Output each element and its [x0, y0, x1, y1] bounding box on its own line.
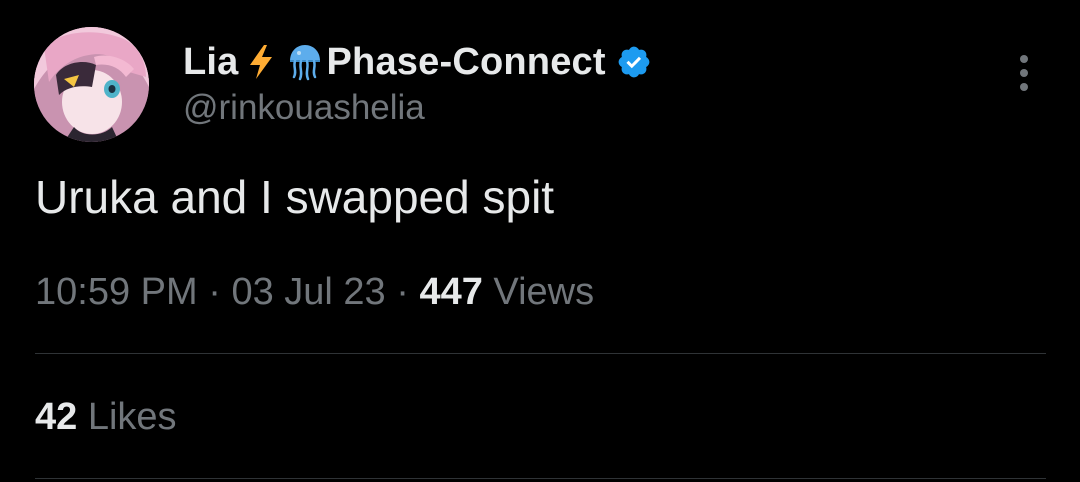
divider: [35, 478, 1046, 479]
meta-separator: ·: [208, 271, 221, 313]
likes-label[interactable]: Likes: [88, 396, 177, 438]
likes-row[interactable]: 42 Likes: [35, 396, 177, 439]
more-vertical-icon: [1020, 55, 1028, 91]
lightning-emoji-icon: [243, 43, 279, 81]
avatar-image: [34, 27, 149, 142]
tweet-text: Uruka and I swapped spit: [35, 171, 555, 223]
author-display-name[interactable]: Lia: [183, 41, 239, 84]
jellyfish-emoji-icon: [287, 43, 323, 81]
tweet-meta: 10:59 PM · 03 Jul 23 · 447 Views: [35, 271, 594, 314]
likes-count[interactable]: 42: [35, 396, 77, 438]
views-count: 447: [419, 271, 483, 313]
meta-separator: ·: [396, 271, 409, 313]
author-affiliation[interactable]: Phase-Connect: [327, 41, 606, 84]
tweet-date[interactable]: 03 Jul 23: [231, 271, 385, 313]
avatar[interactable]: [34, 27, 149, 142]
views-label: Views: [493, 271, 595, 313]
author-handle[interactable]: @rinkouashelia: [183, 88, 425, 128]
author-name-row[interactable]: Lia Phase-Connect: [183, 40, 652, 84]
tweet-time[interactable]: 10:59 PM: [35, 271, 198, 313]
verified-badge-icon[interactable]: [616, 44, 652, 80]
divider: [35, 353, 1046, 354]
more-options-button[interactable]: [1006, 50, 1042, 96]
